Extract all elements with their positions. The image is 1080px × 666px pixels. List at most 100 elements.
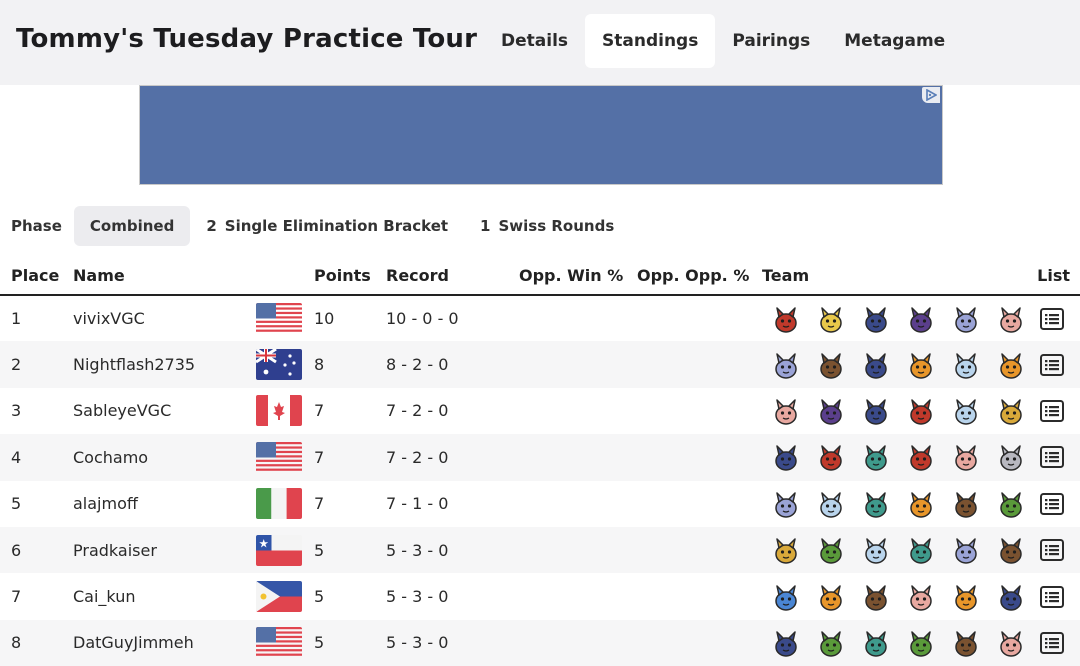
- pokemon-sprite-icon[interactable]: [860, 581, 892, 613]
- pokemon-sprite-icon[interactable]: [815, 303, 847, 335]
- phase-single-elimination[interactable]: 2 Single Elimination Bracket: [190, 206, 464, 246]
- place-cell: 2: [0, 341, 62, 388]
- table-row[interactable]: 4 Cochamo 7 7 - 2 - 0: [0, 434, 1080, 481]
- pokemon-sprite-icon[interactable]: [995, 395, 1027, 427]
- table-row[interactable]: 2 Nightflash2735 8 8 - 2 - 0: [0, 341, 1080, 388]
- table-row[interactable]: 8 DatGuyJimmeh 5 5 - 3 - 0: [0, 619, 1080, 666]
- table-row[interactable]: 1 vivixVGC 10 10 - 0 - 0: [0, 295, 1080, 341]
- pokemon-sprite-icon[interactable]: [815, 534, 847, 566]
- pokemon-sprite-icon[interactable]: [905, 395, 937, 427]
- pokemon-sprite-icon[interactable]: [950, 303, 982, 335]
- table-row[interactable]: 5 alajmoff 7 7 - 1 - 0: [0, 481, 1080, 527]
- pokemon-sprite-icon[interactable]: [770, 303, 802, 335]
- pokemon-sprite-icon[interactable]: [950, 581, 982, 613]
- pokemon-sprite-icon[interactable]: [815, 349, 847, 381]
- ad-choices-icon[interactable]: [922, 87, 940, 103]
- tab-metagame[interactable]: Metagame: [827, 14, 962, 68]
- opp-win-cell: [508, 434, 626, 481]
- table-row[interactable]: 7 Cai_kun 5 5 - 3 - 0: [0, 573, 1080, 619]
- player-name[interactable]: DatGuyJimmeh: [62, 619, 239, 666]
- player-name[interactable]: Cochamo: [62, 434, 239, 481]
- pokemon-sprite-icon[interactable]: [950, 395, 982, 427]
- pokemon-sprite-icon[interactable]: [860, 349, 892, 381]
- list-icon[interactable]: [1040, 307, 1064, 330]
- player-name[interactable]: SableyeVGC: [62, 388, 239, 434]
- tab-details[interactable]: Details: [484, 14, 585, 68]
- pokemon-sprite-icon[interactable]: [950, 349, 982, 381]
- list-icon[interactable]: [1040, 399, 1064, 422]
- tab-standings[interactable]: Standings: [585, 14, 716, 68]
- place-cell: 6: [0, 526, 62, 574]
- pokemon-sprite-icon[interactable]: [815, 488, 847, 520]
- pokemon-sprite-icon[interactable]: [905, 488, 937, 520]
- pokemon-sprite-icon[interactable]: [905, 303, 937, 335]
- pokemon-sprite-icon[interactable]: [950, 627, 982, 659]
- col-place[interactable]: Place: [0, 257, 62, 296]
- player-name[interactable]: vivixVGC: [62, 295, 239, 341]
- player-name[interactable]: Cai_kun: [62, 573, 239, 619]
- list-icon[interactable]: [1040, 585, 1064, 608]
- flag-icon: [256, 488, 302, 520]
- pokemon-sprite-icon[interactable]: [995, 349, 1027, 381]
- pokemon-sprite-icon[interactable]: [770, 627, 802, 659]
- tab-pairings[interactable]: Pairings: [715, 14, 827, 68]
- player-name[interactable]: Pradkaiser: [62, 526, 239, 574]
- phase-option-number: 2: [206, 217, 217, 235]
- pokemon-sprite-icon[interactable]: [995, 488, 1027, 520]
- col-opp-opp[interactable]: Opp. Opp. %: [626, 257, 751, 296]
- pokemon-sprite-icon[interactable]: [995, 581, 1027, 613]
- pokemon-sprite-icon[interactable]: [995, 627, 1027, 659]
- table-row[interactable]: 3 SableyeVGC 7 7 - 2 - 0: [0, 388, 1080, 434]
- pokemon-sprite-icon[interactable]: [770, 534, 802, 566]
- pokemon-sprite-icon[interactable]: [770, 441, 802, 473]
- pokemon-sprite-icon[interactable]: [950, 488, 982, 520]
- col-name[interactable]: Name: [62, 257, 239, 296]
- pokemon-sprite-icon[interactable]: [770, 349, 802, 381]
- team-cell: [751, 341, 1023, 388]
- pokemon-sprite-icon[interactable]: [770, 395, 802, 427]
- list-cell: [1023, 481, 1080, 527]
- pokemon-sprite-icon[interactable]: [860, 303, 892, 335]
- opp-win-cell: [508, 619, 626, 666]
- col-opp-win[interactable]: Opp. Win %: [508, 257, 626, 296]
- phase-combined[interactable]: Combined: [73, 206, 191, 246]
- pokemon-sprite-icon[interactable]: [995, 303, 1027, 335]
- pokemon-sprite-icon[interactable]: [770, 581, 802, 613]
- pokemon-sprite-icon[interactable]: [995, 534, 1027, 566]
- list-icon[interactable]: [1040, 446, 1064, 469]
- pokemon-sprite-icon[interactable]: [905, 441, 937, 473]
- list-icon[interactable]: [1040, 631, 1064, 654]
- pokemon-sprite-icon[interactable]: [995, 441, 1027, 473]
- pokemon-sprite-icon[interactable]: [860, 534, 892, 566]
- pokemon-sprite-icon[interactable]: [770, 488, 802, 520]
- flag-cell: [239, 434, 303, 481]
- pokemon-sprite-icon[interactable]: [860, 395, 892, 427]
- pokemon-sprite-icon[interactable]: [905, 349, 937, 381]
- player-name[interactable]: Nightflash2735: [62, 341, 239, 388]
- phase-swiss-rounds[interactable]: 1 Swiss Rounds: [464, 206, 630, 246]
- pokemon-sprite-icon[interactable]: [815, 395, 847, 427]
- team-sprites: [762, 627, 1023, 659]
- ad-banner[interactable]: [139, 85, 943, 185]
- col-record[interactable]: Record: [375, 257, 508, 296]
- pokemon-sprite-icon[interactable]: [950, 534, 982, 566]
- team-cell: [751, 295, 1023, 341]
- col-points[interactable]: Points: [303, 257, 375, 296]
- pokemon-sprite-icon[interactable]: [860, 441, 892, 473]
- nav-tabs: Details Standings Pairings Metagame: [484, 14, 962, 68]
- pokemon-sprite-icon[interactable]: [815, 581, 847, 613]
- list-icon[interactable]: [1040, 353, 1064, 376]
- list-icon[interactable]: [1040, 539, 1064, 562]
- pokemon-sprite-icon[interactable]: [905, 581, 937, 613]
- pokemon-sprite-icon[interactable]: [905, 534, 937, 566]
- pokemon-sprite-icon[interactable]: [905, 627, 937, 659]
- pokemon-sprite-icon[interactable]: [815, 627, 847, 659]
- record-cell: 7 - 2 - 0: [386, 401, 449, 421]
- pokemon-sprite-icon[interactable]: [950, 441, 982, 473]
- player-name[interactable]: alajmoff: [62, 481, 239, 527]
- table-row[interactable]: 6 Pradkaiser 5 5 - 3 - 0: [0, 526, 1080, 574]
- list-icon[interactable]: [1040, 492, 1064, 515]
- pokemon-sprite-icon[interactable]: [860, 488, 892, 520]
- pokemon-sprite-icon[interactable]: [860, 627, 892, 659]
- pokemon-sprite-icon[interactable]: [815, 441, 847, 473]
